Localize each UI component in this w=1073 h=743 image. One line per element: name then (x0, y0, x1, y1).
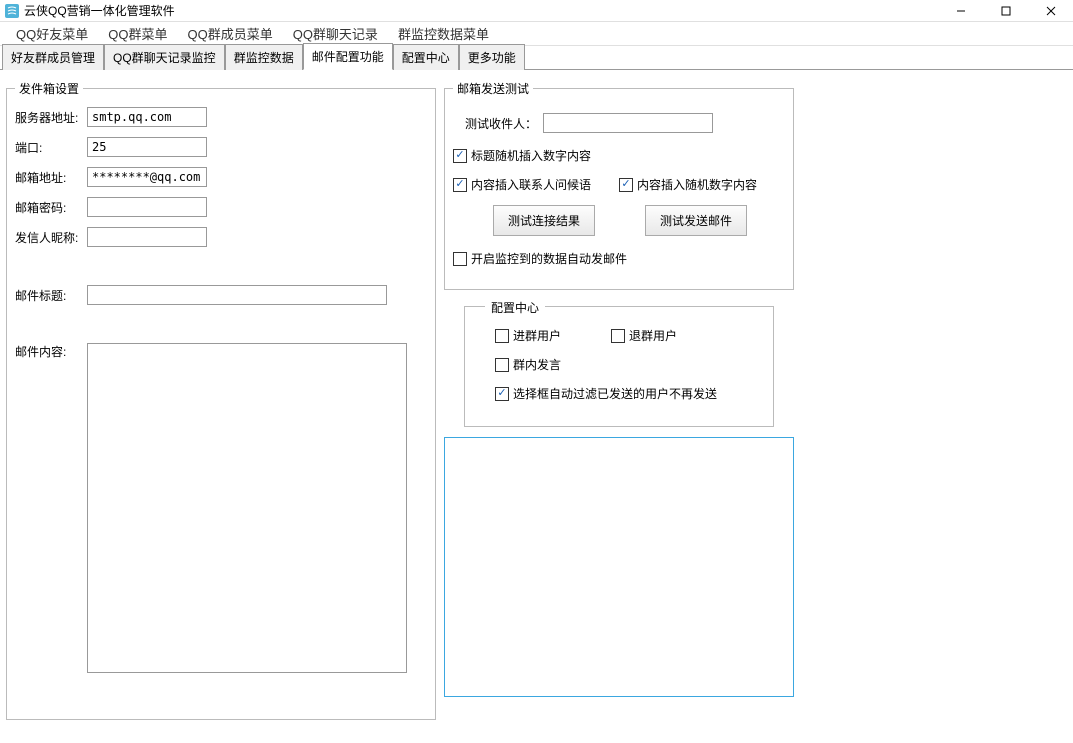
check-leave-group-label: 退群用户 (629, 327, 677, 344)
recipient-label: 测试收件人： (465, 115, 537, 132)
check-random-number-content[interactable] (619, 178, 633, 192)
sendbox-legend: 发件箱设置 (15, 80, 83, 97)
check-join-group-label: 进群用户 (513, 327, 561, 344)
nickname-label: 发信人昵称: (15, 229, 87, 246)
sendtest-legend: 邮箱发送测试 (453, 80, 533, 97)
right-column: 邮箱发送测试 测试收件人： 标题随机插入数字内容 内容插入联系人问候语 内容插入… (444, 80, 1067, 733)
minimize-button[interactable] (938, 0, 983, 22)
btn-test-send[interactable]: 测试发送邮件 (645, 205, 747, 236)
tab-group-monitor-data[interactable]: 群监控数据 (225, 44, 303, 70)
check-filter-sent[interactable] (495, 387, 509, 401)
check-filter-sent-label: 选择框自动过滤已发送的用户不再发送 (513, 385, 717, 402)
check-random-number-content-label: 内容插入随机数字内容 (637, 176, 757, 193)
check-auto-send[interactable] (453, 252, 467, 266)
check-leave-group[interactable] (611, 329, 625, 343)
password-label: 邮箱密码: (15, 199, 87, 216)
tab-group-chat-monitor[interactable]: QQ群聊天记录监控 (104, 44, 225, 70)
menu-qq-groups[interactable]: QQ群菜单 (98, 22, 177, 45)
check-group-speak[interactable] (495, 358, 509, 372)
content-textarea[interactable] (87, 343, 407, 673)
subject-label: 邮件标题: (15, 287, 87, 304)
tab-more-features[interactable]: 更多功能 (459, 44, 525, 70)
sendbox-fieldset: 发件箱设置 服务器地址: 端口: 邮箱地址: 邮箱密码: 发信人昵称: (6, 80, 436, 720)
check-random-number-title[interactable] (453, 149, 467, 163)
check-greeting[interactable] (453, 178, 467, 192)
tab-config-center[interactable]: 配置中心 (393, 44, 459, 70)
menubar: QQ好友菜单 QQ群菜单 QQ群成员菜单 QQ群聊天记录 群监控数据菜单 (0, 22, 1073, 46)
port-label: 端口: (15, 139, 87, 156)
server-input[interactable] (87, 107, 207, 127)
check-join-group[interactable] (495, 329, 509, 343)
email-input[interactable] (87, 167, 207, 187)
nickname-input[interactable] (87, 227, 207, 247)
btn-test-connection[interactable]: 测试连接结果 (493, 205, 595, 236)
content-label: 邮件内容: (15, 343, 87, 360)
content-area: 发件箱设置 服务器地址: 端口: 邮箱地址: 邮箱密码: 发信人昵称: (0, 70, 1073, 743)
tab-friend-group-member[interactable]: 好友群成员管理 (2, 44, 104, 70)
menu-qq-friends[interactable]: QQ好友菜单 (6, 22, 98, 45)
config-center-fieldset: 配置中心 进群用户 退群用户 群内发言 选择框自动过滤已发送的用 (464, 306, 774, 427)
window-controls (938, 0, 1073, 22)
menu-qq-group-members[interactable]: QQ群成员菜单 (177, 22, 282, 45)
port-input[interactable] (87, 137, 207, 157)
window-title: 云侠QQ营销一体化管理软件 (24, 2, 175, 19)
config-center-legend: 配置中心 (485, 299, 545, 316)
password-input[interactable] (87, 197, 207, 217)
menu-group-monitor-data[interactable]: 群监控数据菜单 (388, 22, 499, 45)
tab-mail-config[interactable]: 邮件配置功能 (303, 43, 393, 70)
app-icon (4, 3, 20, 19)
subject-input[interactable] (87, 285, 387, 305)
email-label: 邮箱地址: (15, 169, 87, 186)
left-column: 发件箱设置 服务器地址: 端口: 邮箱地址: 邮箱密码: 发信人昵称: (6, 80, 436, 733)
check-random-number-title-label: 标题随机插入数字内容 (471, 147, 591, 164)
recipient-input[interactable] (543, 113, 713, 133)
sendtest-fieldset: 邮箱发送测试 测试收件人： 标题随机插入数字内容 内容插入联系人问候语 内容插入… (444, 80, 794, 290)
check-auto-send-label: 开启监控到的数据自动发邮件 (471, 250, 627, 267)
tabbar: 好友群成员管理 QQ群聊天记录监控 群监控数据 邮件配置功能 配置中心 更多功能 (0, 46, 1073, 70)
server-label: 服务器地址: (15, 109, 87, 126)
titlebar: 云侠QQ营销一体化管理软件 (0, 0, 1073, 22)
menu-qq-group-chat[interactable]: QQ群聊天记录 (283, 22, 388, 45)
check-group-speak-label: 群内发言 (513, 356, 561, 373)
log-textarea[interactable] (444, 437, 794, 697)
maximize-button[interactable] (983, 0, 1028, 22)
check-greeting-label: 内容插入联系人问候语 (471, 176, 591, 193)
close-button[interactable] (1028, 0, 1073, 22)
